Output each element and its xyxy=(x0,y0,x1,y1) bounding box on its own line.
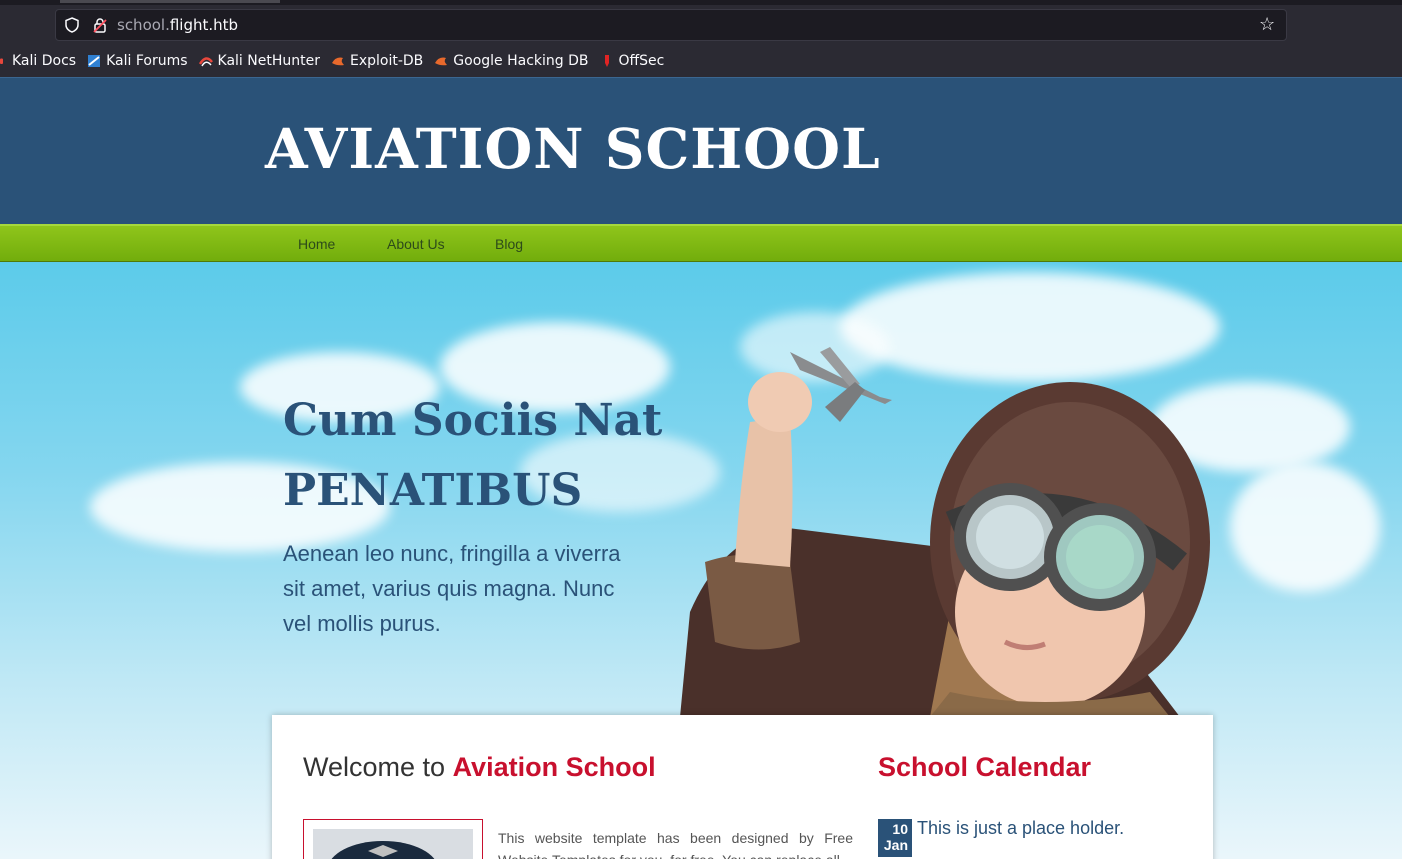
calendar-event-text[interactable]: This is just a place holder. xyxy=(917,818,1124,839)
bookmark-offsec[interactable]: OffSec xyxy=(600,53,665,69)
pilot-photo xyxy=(303,819,483,859)
hero-title: Cum Sociis Nat PENATIBUS xyxy=(283,386,662,526)
nav-blog[interactable]: Blog xyxy=(495,236,523,252)
kali-dragon-icon xyxy=(0,58,3,64)
welcome-highlight: Aviation School xyxy=(452,752,656,782)
site-header: AVIATION SCHOOL xyxy=(0,77,1402,224)
offsec-icon xyxy=(604,55,609,67)
url-domain: flight.htb xyxy=(169,16,239,34)
url-subdomain: school. xyxy=(117,16,170,34)
bookmark-label: Google Hacking DB xyxy=(453,53,589,69)
bookmark-label: Kali NetHunter xyxy=(217,53,320,69)
bookmark-kali-forums[interactable]: Kali Forums xyxy=(87,53,188,69)
active-tab-indicator[interactable] xyxy=(60,0,280,3)
hero-text: Aenean leo nunc, fringilla a viverra sit… xyxy=(283,541,621,636)
calendar-heading: School Calendar xyxy=(878,752,1092,782)
nav-about-us[interactable]: About Us xyxy=(387,236,445,252)
hero-title-line-1: Cum Sociis Nat xyxy=(283,395,663,446)
bookmarks-toolbar: Kali Docs Kali Forums Kali NetHunter Exp… xyxy=(0,48,675,74)
calendar-day: 10 xyxy=(892,821,908,837)
welcome-body-text: This website template has been designed … xyxy=(498,830,853,859)
pilot-cap-image xyxy=(331,841,435,859)
calendar-month: Jan xyxy=(883,837,908,853)
bookmark-label: Exploit-DB xyxy=(349,53,424,69)
welcome-prefix: Welcome to xyxy=(303,752,453,782)
site-logo[interactable]: AVIATION SCHOOL xyxy=(265,116,881,181)
bookmark-label: Kali Docs xyxy=(12,53,77,69)
bookmark-exploit-db[interactable]: Exploit-DB xyxy=(331,53,423,69)
welcome-heading: Welcome to Aviation School xyxy=(303,752,656,783)
exploit-db-icon xyxy=(331,57,344,66)
url-text[interactable]: school.flight.htb xyxy=(117,16,238,34)
bookmark-kali-nethunter[interactable]: Kali NetHunter xyxy=(198,53,320,69)
kali-nethunter-icon xyxy=(198,57,213,67)
hero-title-line-2: PENATIBUS xyxy=(283,465,583,516)
bookmark-label: Kali Forums xyxy=(106,53,188,69)
bookmark-star-icon[interactable]: ☆ xyxy=(1259,15,1277,33)
address-bar[interactable]: school.flight.htb ☆ xyxy=(55,9,1287,41)
bookmark-kali-docs[interactable]: Kali Docs xyxy=(0,53,76,69)
bookmark-label: OffSec xyxy=(618,53,665,69)
browser-chrome: school.flight.htb ☆ Kali Docs Kali Forum… xyxy=(0,0,1402,77)
calendar-date-badge: 10 Jan xyxy=(878,819,912,857)
kali-forums-icon xyxy=(88,55,101,67)
ghdb-icon xyxy=(435,57,448,66)
content-panel: Welcome to Aviation School This website … xyxy=(272,715,1213,859)
nav-home[interactable]: Home xyxy=(298,236,335,252)
shield-icon[interactable] xyxy=(65,17,79,33)
main-nav: Home About Us Blog xyxy=(0,224,1402,262)
bookmark-google-hacking-db[interactable]: Google Hacking DB xyxy=(434,53,589,69)
insecure-lock-icon[interactable] xyxy=(93,17,107,33)
hero-image-child-pilot xyxy=(680,347,1210,717)
